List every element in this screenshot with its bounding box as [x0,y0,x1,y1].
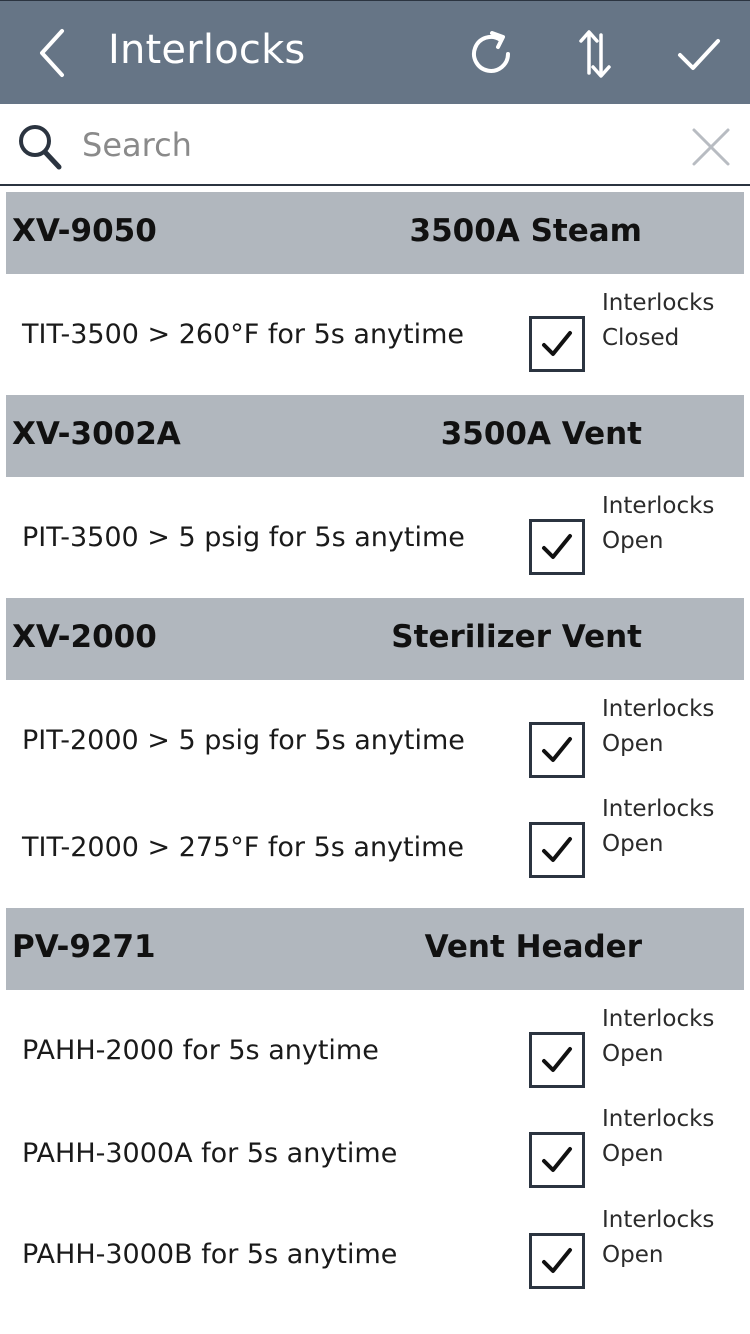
interlock-checkbox[interactable] [529,1032,585,1088]
interlock-condition: PAHH-3000A for 5s anytime [22,1138,398,1169]
clear-search-button[interactable] [690,126,732,168]
back-button[interactable] [28,23,78,83]
checkmark-icon [542,1147,572,1172]
status-line2: Open [602,528,664,554]
checkmark-icon [542,1047,572,1072]
checkmark-icon [542,1248,572,1273]
interlock-condition: PAHH-2000 for 5s anytime [22,1034,379,1066]
interlock-status: Interlocks Closed [602,286,714,356]
sort-arrows-icon [579,30,611,78]
page-title: Interlocks [108,27,306,73]
status-line2: Open [602,731,664,757]
close-icon [692,128,730,166]
search-input[interactable] [82,120,662,170]
group-header[interactable]: XV-2000 Sterilizer Vent [6,598,744,680]
group-description: Vent Header [424,929,642,965]
checkmark-icon [542,331,572,356]
sort-button[interactable] [568,27,622,81]
list-item[interactable]: TIT-3500 > 260°F for 5s anytime Interloc… [0,274,750,395]
list-item[interactable]: TIT-2000 > 275°F for 5s anytime Interloc… [0,796,750,908]
group-tag: XV-3002A [12,416,181,452]
checkmark-icon [542,534,572,559]
interlock-condition: TIT-2000 > 275°F for 5s anytime [22,831,465,863]
list-item[interactable]: PIT-3500 > 5 psig for 5s anytime Interlo… [0,477,750,598]
interlock-checkbox[interactable] [529,316,585,372]
group-description: 3500A Steam [409,213,642,249]
interlock-status: Interlocks Open [602,1002,714,1072]
list-item[interactable]: PIT-2000 > 5 psig for 5s anytime Interlo… [0,680,750,800]
group-description: Sterilizer Vent [391,619,642,655]
status-line2: Open [602,1041,664,1067]
group-description: 3500A Vent [440,416,642,452]
interlock-status: Interlocks Open [602,1203,714,1273]
status-line1: Interlocks [602,1006,715,1032]
group-header[interactable]: PV-9271 Vent Header [6,908,744,990]
refresh-icon [472,31,510,73]
interlock-checkbox[interactable] [529,519,585,575]
list-item[interactable]: PAHH-2000 for 5s anytime Interlocks Open [0,990,750,1110]
status-line2: Closed [602,325,680,351]
interlock-condition: TIT-3500 > 260°F for 5s anytime [22,319,465,350]
interlock-condition: PIT-2000 > 5 psig for 5s anytime [22,724,465,756]
status-line1: Interlocks [602,1207,715,1233]
interlock-status: Interlocks Open [602,692,714,762]
interlock-status: Interlocks Open [602,792,714,862]
refresh-button[interactable] [464,27,518,81]
status-line1: Interlocks [602,696,715,722]
checkmark-icon [678,39,720,70]
checkmark-icon [542,837,572,862]
list-item[interactable]: PAHH-3000A for 5s anytime Interlocks Ope… [0,1106,750,1211]
status-line2: Open [602,831,664,857]
group-header[interactable]: XV-9050 3500A Steam [6,192,744,274]
checkmark-icon [542,737,572,762]
group-tag: XV-9050 [12,213,157,249]
interlock-checkbox[interactable] [529,822,585,878]
interlock-list: XV-9050 3500A Steam TIT-3500 > 260°F for… [0,192,750,1312]
interlock-checkbox[interactable] [529,1132,585,1188]
chevron-left-icon [40,29,64,77]
group-tag: PV-9271 [12,929,156,965]
status-line2: Open [602,1141,664,1167]
interlock-condition: PAHH-3000B for 5s anytime [22,1239,398,1270]
status-line1: Interlocks [602,290,715,316]
confirm-button[interactable] [672,27,726,81]
status-line1: Interlocks [602,1106,715,1132]
interlock-status: Interlocks Open [602,489,714,559]
list-item[interactable]: PAHH-3000B for 5s anytime Interlocks Ope… [0,1207,750,1312]
search-bar [0,104,750,186]
status-line1: Interlocks [602,493,715,519]
interlock-checkbox[interactable] [529,1233,585,1289]
group-header[interactable]: XV-3002A 3500A Vent [6,395,744,477]
app-header: Interlocks [0,0,750,104]
search-icon [19,125,62,170]
interlock-condition: PIT-3500 > 5 psig for 5s anytime [22,522,465,553]
interlock-checkbox[interactable] [529,722,585,778]
interlock-status: Interlocks Open [602,1102,714,1172]
status-line2: Open [602,1242,664,1268]
status-line1: Interlocks [602,796,715,822]
group-tag: XV-2000 [12,619,157,655]
